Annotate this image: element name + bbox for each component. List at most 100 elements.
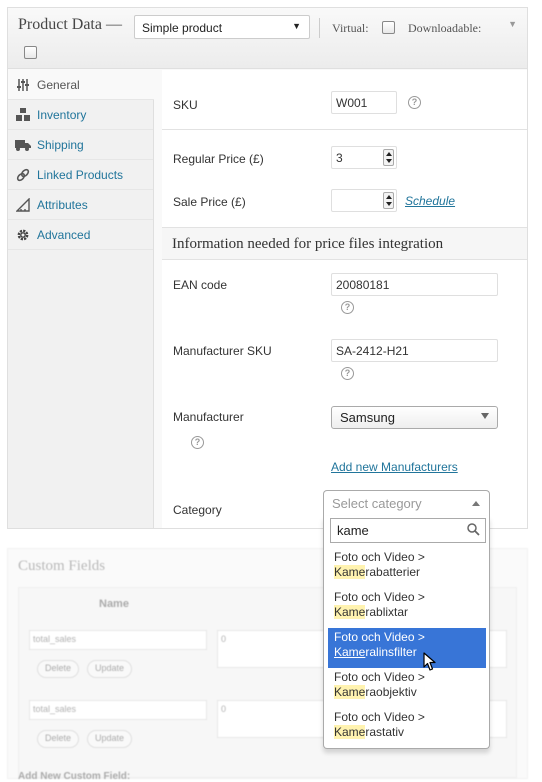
add-manufacturer-link[interactable]: Add new Manufacturers <box>331 460 458 474</box>
boxes-icon <box>15 107 31 123</box>
product-data-panel: Product Data — Simple product ▼ Virtual:… <box>7 7 528 529</box>
chevron-down-icon <box>481 413 489 419</box>
chevron-up-icon <box>472 501 480 506</box>
option-rest: rabatterier <box>365 565 421 579</box>
panel-header: Product Data — Simple product ▼ Virtual:… <box>8 8 527 69</box>
ean-label: EAN code <box>173 278 228 292</box>
downloadable-label: Downloadable: <box>408 21 482 35</box>
category-option-highlighted[interactable]: Foto och Video > Kameralinsfilter <box>328 628 486 668</box>
option-rest: ralinsfilter <box>365 645 417 659</box>
option-path: Foto och Video > <box>334 670 425 684</box>
option-path: Foto och Video > <box>334 590 425 604</box>
schedule-link[interactable]: Schedule <box>405 194 455 208</box>
search-match: Kame <box>334 725 366 739</box>
tab-general[interactable]: General <box>8 70 154 100</box>
help-icon: ? <box>408 96 421 109</box>
delete-button[interactable]: Delete <box>37 730 80 748</box>
ean-input[interactable] <box>331 273 498 296</box>
tab-inventory[interactable]: Inventory <box>8 100 153 130</box>
help-icon: ? <box>191 436 204 449</box>
manufacturer-label: Manufacturer <box>173 410 244 424</box>
option-leaf: Kameraobjektiv <box>334 685 480 700</box>
category-placeholder: Select category <box>332 496 422 511</box>
header-divider <box>319 18 320 38</box>
sliders-icon <box>15 77 31 93</box>
category-dropdown: kame Foto och Video > Kamerabatterier Fo… <box>323 516 490 749</box>
option-path: Foto och Video > <box>334 550 425 564</box>
ruler-icon <box>15 197 31 213</box>
manufacturer-select[interactable]: Samsung <box>331 406 498 429</box>
help-icon: ? <box>341 367 354 380</box>
virtual-checkbox[interactable] <box>382 21 395 34</box>
option-rest: rastativ <box>365 725 405 739</box>
regular-price-value: 3 <box>336 151 343 165</box>
search-match: Kame <box>334 685 366 699</box>
tab-shipping[interactable]: Shipping <box>8 130 153 160</box>
price-files-heading-text: Information needed for price files integ… <box>172 236 444 252</box>
manufacturer-sku-label: Manufacturer SKU <box>173 344 272 358</box>
option-leaf: Kamerablixtar <box>334 605 480 620</box>
manufacturer-value: Samsung <box>340 410 395 425</box>
gear-icon <box>15 227 31 243</box>
downloadable-checkbox[interactable] <box>24 46 37 59</box>
tab-inventory-label: Inventory <box>37 107 87 122</box>
tab-attributes-label: Attributes <box>37 197 88 212</box>
panel-title: Product Data — <box>18 16 122 33</box>
tab-linked-products-label: Linked Products <box>37 167 124 182</box>
sale-price-label: Sale Price (£) <box>173 195 246 209</box>
option-rest: raobjektiv <box>365 685 417 699</box>
option-path: Foto och Video > <box>334 710 425 724</box>
tab-linked-products[interactable]: Linked Products <box>8 160 153 190</box>
category-option[interactable]: Foto och Video > Kameraobjektiv <box>328 668 486 708</box>
section-divider <box>162 129 527 130</box>
category-option[interactable]: Foto och Video > Kamerablixtar <box>328 588 486 628</box>
option-path: Foto och Video > <box>334 630 425 644</box>
chevron-down-icon: ▼ <box>292 21 301 31</box>
sku-label: SKU <box>173 98 198 112</box>
option-rest: rablixtar <box>365 605 409 619</box>
number-spinner-icon[interactable] <box>383 149 394 166</box>
general-panel: SKU ? Regular Price (£) 3 Sale Price (£)… <box>162 70 527 528</box>
help-icon: ? <box>341 301 354 314</box>
search-match: Kame <box>334 605 366 619</box>
custom-field-key[interactable]: total_sales <box>29 630 207 650</box>
manufacturer-sku-input[interactable] <box>331 339 498 362</box>
product-data-tabs: General Inventory Shipping Linked Produc… <box>8 70 154 528</box>
virtual-label: Virtual: <box>332 21 369 35</box>
collapse-toggle-icon[interactable]: ▼ <box>508 19 517 29</box>
tab-shipping-label: Shipping <box>37 137 84 152</box>
truck-icon <box>15 137 31 153</box>
category-label: Category <box>173 503 222 517</box>
custom-field-key[interactable]: total_sales <box>29 700 207 720</box>
link-icon <box>15 167 31 183</box>
update-button[interactable]: Update <box>87 660 133 678</box>
product-type-select[interactable]: Simple product ▼ <box>134 15 310 39</box>
category-option[interactable]: Foto och Video > Kamerabatterier <box>328 548 486 588</box>
search-match: Kame <box>334 565 366 579</box>
tab-attributes[interactable]: Attributes <box>8 190 153 220</box>
option-leaf: Kamerabatterier <box>334 565 480 580</box>
mouse-pointer-icon <box>423 652 437 675</box>
category-option[interactable]: Foto och Video > Kamerastativ <box>328 708 486 748</box>
tab-general-label: General <box>37 77 80 92</box>
update-button[interactable]: Update <box>87 730 133 748</box>
option-leaf: Kamerastativ <box>334 725 480 740</box>
regular-price-label: Regular Price (£) <box>173 152 264 166</box>
sale-price-input[interactable] <box>331 189 397 212</box>
category-search-value: kame <box>337 523 369 538</box>
search-match: Kame <box>334 645 366 659</box>
delete-button[interactable]: Delete <box>37 660 80 678</box>
custom-fields-title: Custom Fields <box>18 558 106 574</box>
regular-price-input[interactable]: 3 <box>331 146 397 169</box>
price-files-heading: Information needed for price files integ… <box>162 227 527 260</box>
number-spinner-icon[interactable] <box>383 192 394 209</box>
category-search-input[interactable]: kame <box>330 518 486 543</box>
product-type-value: Simple product <box>142 21 223 35</box>
category-select[interactable]: Select category <box>323 490 490 517</box>
add-custom-field-label: Add New Custom Field: <box>18 771 131 782</box>
name-column-header: Name <box>99 598 129 610</box>
search-icon <box>467 523 480 539</box>
option-leaf: Kameralinsfilter <box>334 645 480 660</box>
tab-advanced[interactable]: Advanced <box>8 220 153 250</box>
sku-input[interactable] <box>331 91 397 114</box>
